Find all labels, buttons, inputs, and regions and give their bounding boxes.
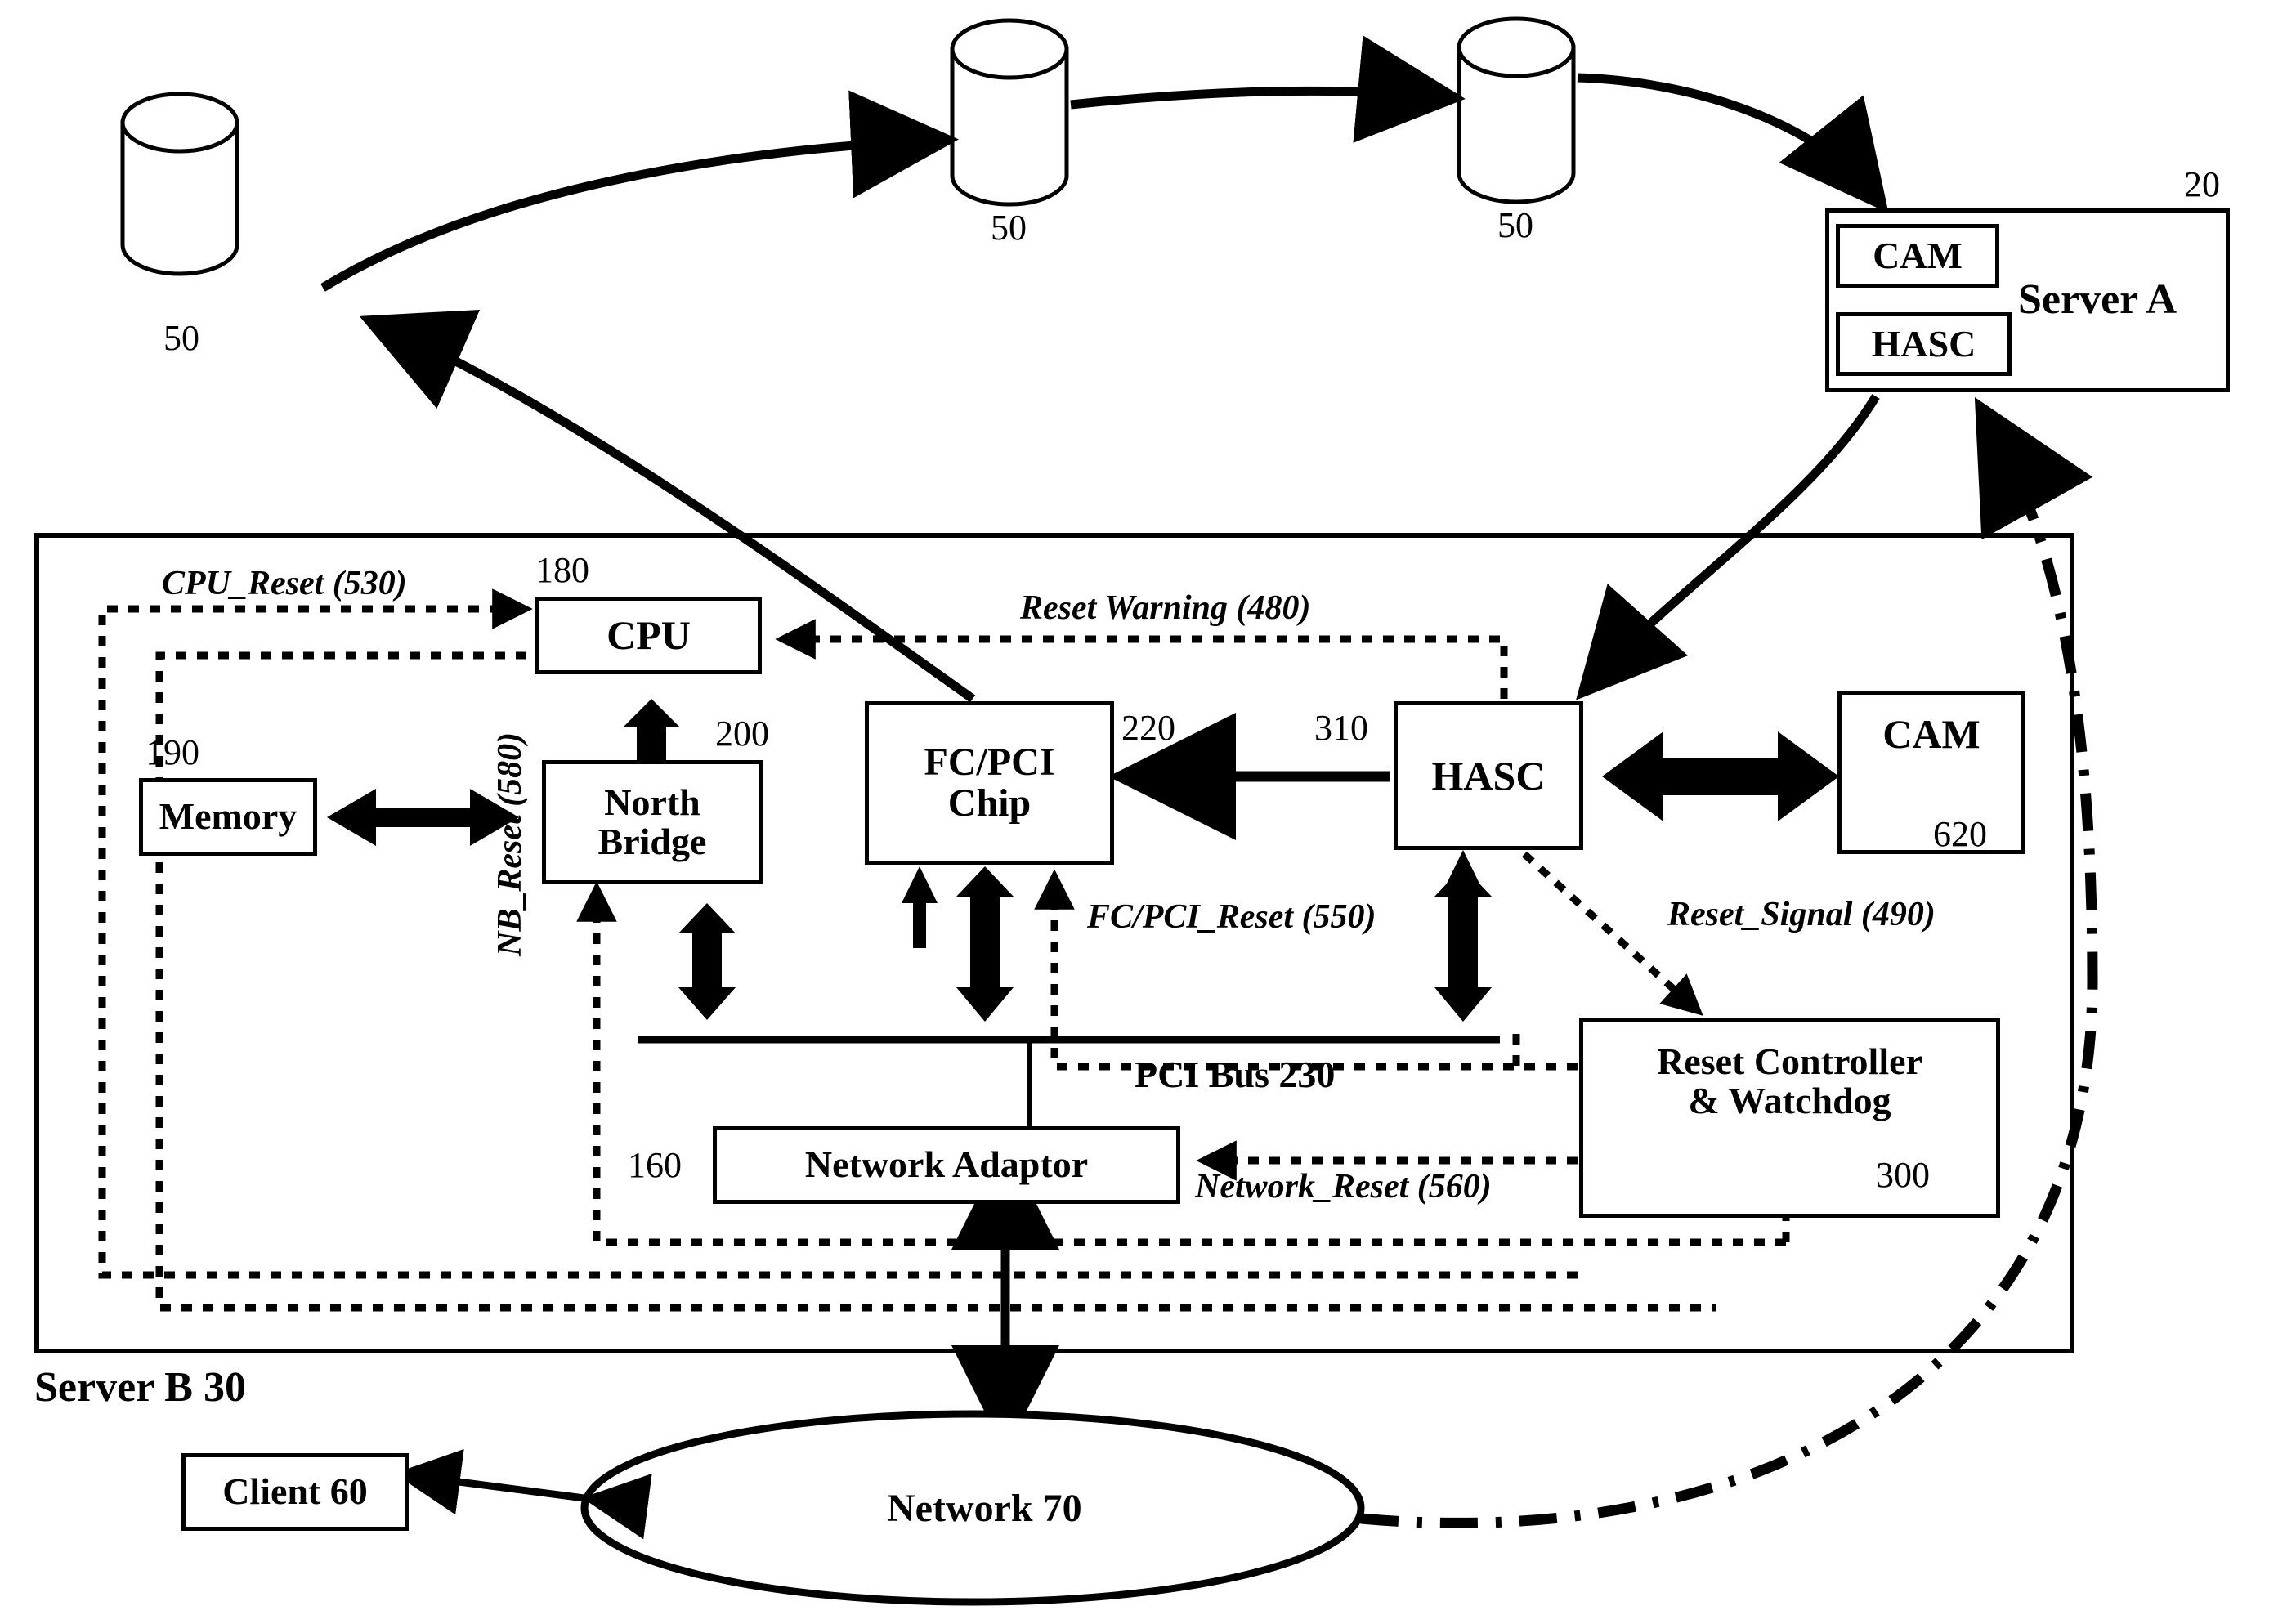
- north-bridge-label-line2: Bridge: [597, 821, 707, 862]
- client-box[interactable]: Client 60: [181, 1453, 409, 1531]
- ref-160: 160: [628, 1145, 682, 1185]
- reset-controller-label-line2: & Watchdog: [1688, 1080, 1891, 1122]
- storage-cylinder-2: [950, 18, 1069, 207]
- server-a-label: Server A: [2018, 276, 2177, 324]
- ref-200: 200: [715, 714, 769, 754]
- signal-label-reset-warning: Reset Warning (480): [1020, 589, 1311, 627]
- resetcontroller-pcibus-double-arrow: [1434, 866, 1492, 1022]
- memory-box[interactable]: Memory: [139, 778, 317, 856]
- signal-label-reset-signal: Reset_Signal (490): [1667, 896, 1936, 933]
- fcpci-chip-box[interactable]: FC/PCI Chip: [865, 701, 1114, 865]
- client-label: Client 60: [222, 1470, 368, 1513]
- signal-label-fcpci-reset: FC/PCI_Reset (550): [1087, 898, 1376, 936]
- cylinder-2-label: 50: [991, 208, 1027, 248]
- reset-warning-path: [775, 619, 1508, 699]
- server-b-caption: Server B 30: [34, 1364, 246, 1411]
- storage-cylinder-3: [1457, 16, 1576, 204]
- ref-300: 300: [1876, 1155, 1930, 1195]
- ref-220: 220: [1121, 708, 1175, 748]
- memory-label: Memory: [159, 795, 298, 838]
- signal-label-nb-reset: NB_Reset (580): [491, 731, 529, 956]
- ref-20: 20: [2184, 164, 2220, 204]
- cpu-label: CPU: [606, 612, 691, 659]
- fc-link-cyl3-to-servera: [1577, 73, 1889, 213]
- signal-label-network-reset: Network_Reset (560): [1195, 1168, 1492, 1206]
- north-bridge-box[interactable]: North Bridge: [542, 760, 763, 884]
- pci-bus-label: PCI Bus 230: [1135, 1054, 1336, 1095]
- network-adaptor-box[interactable]: Network Adaptor: [713, 1126, 1180, 1204]
- northbridge-pcibus-double-arrow: [678, 903, 736, 1020]
- cam-label: CAM: [1882, 711, 1980, 757]
- hasc-label: HASC: [1431, 752, 1546, 799]
- hasc-cam-double-arrow: [1602, 731, 1839, 821]
- storage-cylinder-1: [120, 92, 239, 276]
- server-a-hasc-label: HASC: [1871, 322, 1976, 365]
- fcpci-bottom-left-arrow: [902, 866, 938, 948]
- cpu-box[interactable]: CPU: [535, 597, 762, 674]
- cylinder-1-label: 50: [163, 318, 199, 358]
- hasc-bottom-arrow: [1445, 850, 1481, 887]
- server-a-cam-label: CAM: [1873, 234, 1963, 276]
- fc-link-cyl1-to-cyl2: [320, 90, 959, 292]
- diagram-canvas: 50 50 50 Server A CAM HASC 20 CPU 180 Me…: [0, 0, 2296, 1624]
- ref-620: 620: [1933, 814, 1987, 854]
- reset-controller-watchdog-box[interactable]: Reset Controller & Watchdog: [1579, 1018, 2000, 1218]
- server-a-cam-box[interactable]: CAM: [1836, 224, 1999, 288]
- server-a-hasc-box[interactable]: HASC: [1836, 312, 2012, 376]
- fcpci-label-line1: FC/PCI: [924, 740, 1055, 784]
- reset-controller-label-line1: Reset Controller: [1657, 1040, 1922, 1082]
- cam-box[interactable]: CAM: [1837, 691, 2025, 854]
- ref-310: 310: [1314, 708, 1368, 748]
- cylinder-3-label: 50: [1497, 205, 1533, 245]
- signal-label-cpu-reset: CPU_Reset (530): [162, 565, 407, 602]
- ref-190: 190: [145, 732, 199, 772]
- fcpci-label-line2: Chip: [947, 781, 1032, 825]
- ref-180: 180: [535, 550, 589, 590]
- client-network-arrow: [394, 1448, 652, 1540]
- fcpci-pcibus-double-arrow: [956, 866, 1014, 1022]
- fc-link-cyl2-to-cyl3: [1070, 35, 1466, 143]
- network-adaptor-label: Network Adaptor: [804, 1143, 1089, 1186]
- north-bridge-label-line1: North: [604, 781, 700, 823]
- hasc-box[interactable]: HASC: [1394, 701, 1583, 850]
- network-label: Network 70: [887, 1487, 1082, 1530]
- servera-to-serverb-hasc-link: [1576, 394, 1880, 700]
